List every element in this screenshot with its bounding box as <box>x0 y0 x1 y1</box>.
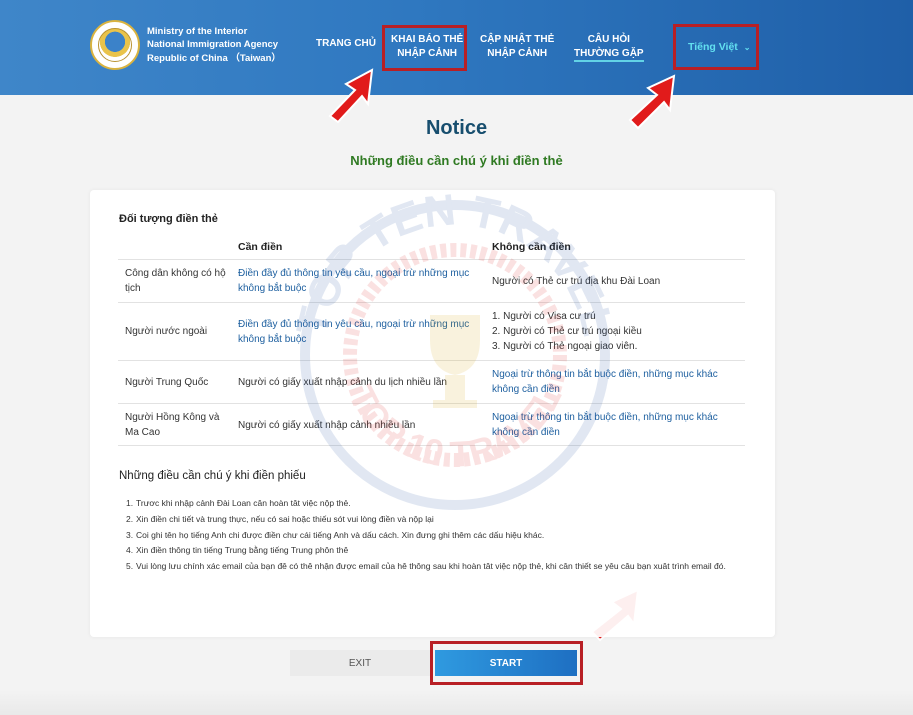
table-row: Người Trung Quốc Người có giấy xuất nhập… <box>118 360 745 403</box>
page-footer-shade <box>0 690 913 715</box>
table-row: Người Hồng Kông và Ma Cao Người có giấy … <box>118 403 745 446</box>
section-title-notes: Những điều cần chú ý khi điền phiếu <box>119 470 306 482</box>
list-item: 2. Người có Thẻ cư trú ngoại kiều <box>492 326 642 337</box>
list-item: 1. Người có Visa cư trú <box>492 311 596 322</box>
nav-update-card[interactable]: CẬP NHẬT THẺ NHẬP CẢNH <box>480 33 554 61</box>
nav-update-label-2: NHẬP CẢNH <box>487 48 548 59</box>
nav-faq-label-2: THƯỜNG GẶP <box>574 48 644 62</box>
row-no-need: Ngoại trừ thông tin bắt buộc điền, những… <box>492 412 718 438</box>
section-title-eligibility: Đối tượng điền thẻ <box>119 213 218 225</box>
row-who: Người nước ngoài <box>125 326 208 337</box>
agency-line-2: National Immigration Agency <box>147 39 279 51</box>
nav-faq-label-1: CÂU HỎI <box>587 34 630 45</box>
row-need: Điền đầy đủ thông tin yêu cầu, ngoại trừ… <box>238 268 470 294</box>
column-header-need: Cần điền <box>238 241 283 253</box>
notice-card: Đối tượng điền thẻ Cần điền Không cần đi… <box>90 190 775 637</box>
highlight-box-start <box>430 641 583 685</box>
nav-home-label: TRANG CHỦ <box>316 38 376 49</box>
nav-home[interactable]: TRANG CHỦ <box>316 37 376 51</box>
row-who: Người Trung Quốc <box>125 377 209 388</box>
list-item: 5. Vui lòng lưu chính xác email của bạn đ… <box>126 561 726 572</box>
row-no-need: Ngoại trừ thông tin bắt buộc điền, những… <box>492 369 718 395</box>
nav-faq[interactable]: CÂU HỎI THƯỜNG GẶP <box>574 33 644 62</box>
highlight-box-declare <box>382 25 467 71</box>
list-item: 1. Trươc khi nhập cảnh Đài Loan cân hoàn … <box>126 498 351 508</box>
row-no-need: Người có Thẻ cư trú địa khu Đài Loan <box>492 276 661 287</box>
row-who: Công dân không có hộ tịch <box>125 268 226 294</box>
list-item: 4. Xin điền thông tin tiếng Trung bằng ti… <box>126 545 349 556</box>
nav-update-label-1: CẬP NHẬT THẺ <box>480 34 555 45</box>
agency-name: Ministry of the Interior National Immigr… <box>147 25 281 66</box>
list-item: 3. Người có Thẻ ngoại giao viên. <box>492 341 638 352</box>
agency-seal-icon <box>90 20 140 70</box>
list-item: 3. Coi ghi tên họ tiếng Anh chi được điền… <box>126 529 545 540</box>
agency-line-1: Ministry of the Interior <box>147 25 248 37</box>
table-row: Người nước ngoài Điền đầy đủ thông tin y… <box>118 302 745 360</box>
row-no-need-list: 1. Người có Visa cư trú 2. Người có Thẻ … <box>492 309 742 354</box>
row-need: Người có giấy xuất nhập cảnh nhiều lần <box>238 420 416 431</box>
page-subtitle: Những điều cần chú ý khi điền thẻ <box>350 153 563 168</box>
notes-list: 1. Trươc khi nhập cảnh Đài Loan cân hoàn … <box>126 496 746 575</box>
row-need: Người có giấy xuất nhập cảnh du lịch nhi… <box>238 377 447 388</box>
table-row: Công dân không có hộ tịch Điền đầy đủ th… <box>118 259 745 302</box>
exit-button[interactable]: EXIT <box>290 650 430 676</box>
row-who: Người Hồng Kông và Ma Cao <box>125 412 220 438</box>
row-need: Điền đầy đủ thông tin yêu cầu, ngoại trừ… <box>238 319 470 345</box>
agency-line-3: Republic of China （Taiwan） <box>147 52 281 64</box>
column-header-no-need: Không cần điền <box>492 241 571 253</box>
list-item: 2. Xin điền chi tiết và trung thực, nếu c… <box>126 513 434 524</box>
page-title: Notice <box>425 117 488 139</box>
highlight-box-language <box>673 24 759 70</box>
agency-logo[interactable]: Ministry of the Interior National Immigr… <box>90 20 281 70</box>
